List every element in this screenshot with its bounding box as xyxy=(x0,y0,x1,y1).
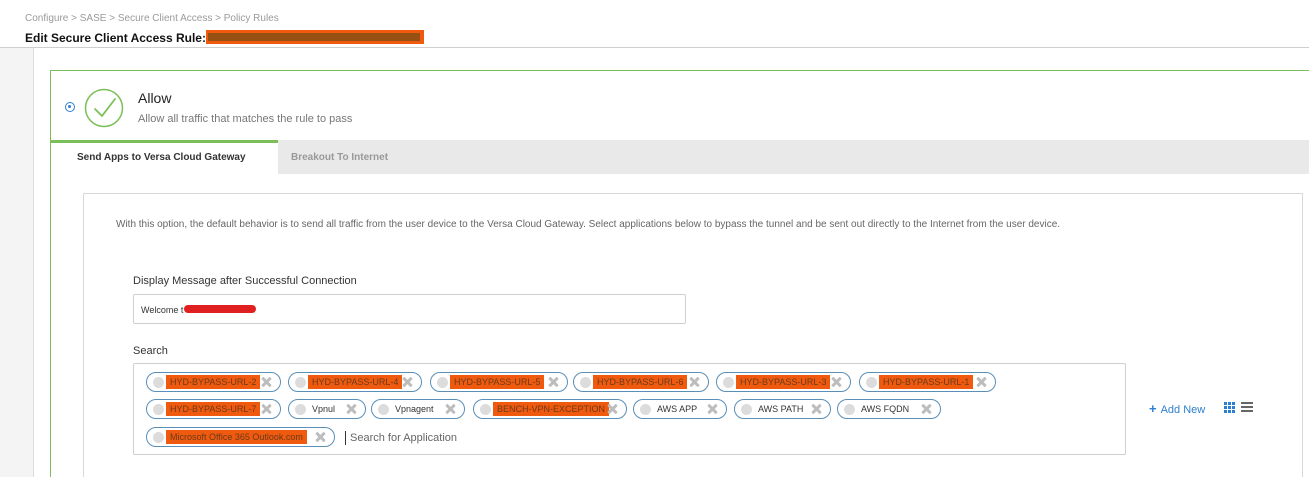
chip-status-icon xyxy=(295,377,306,388)
chip-label: Vpnagent xyxy=(395,404,434,414)
remove-icon[interactable] xyxy=(810,403,822,415)
app-chip: Microsoft Office 365 Outlook.com xyxy=(146,427,335,447)
remove-icon[interactable] xyxy=(830,376,842,388)
action-description: Allow all traffic that matches the rule … xyxy=(138,113,353,125)
remove-icon[interactable] xyxy=(706,403,718,415)
tab-send-apps[interactable]: Send Apps to Versa Cloud Gateway xyxy=(51,140,278,174)
remove-icon[interactable] xyxy=(314,431,326,443)
app-chip: HYD-BYPASS-URL-5 xyxy=(430,372,568,392)
app-chip: Vpnul xyxy=(288,399,366,419)
remove-icon[interactable] xyxy=(401,376,413,388)
chip-status-icon xyxy=(480,404,491,415)
chip-label: Vpnul xyxy=(312,404,336,414)
page: Configure > SASE > Secure Client Access … xyxy=(0,0,1309,477)
tab-breakout[interactable]: Breakout To Internet xyxy=(278,140,578,174)
app-chip: Vpnagent xyxy=(371,399,465,419)
message-field[interactable]: Welcome t xyxy=(133,294,686,324)
remove-icon[interactable] xyxy=(260,376,272,388)
remove-icon[interactable] xyxy=(547,376,559,388)
action-title: Allow xyxy=(138,90,172,106)
chip-label: AWS APP xyxy=(657,404,698,414)
info-text: With this option, the default behavior i… xyxy=(116,219,1061,230)
message-value-text: Welcome t xyxy=(141,305,184,315)
check-circle-icon xyxy=(84,88,124,128)
redacted-rule-name xyxy=(205,30,424,44)
allow-radio[interactable] xyxy=(65,102,75,112)
search-input[interactable] xyxy=(345,431,545,445)
application-search-box[interactable]: HYD-BYPASS-URL-2 HYD-BYPASS-URL-4 HYD-BY… xyxy=(133,363,1126,455)
chip-status-icon xyxy=(741,404,752,415)
app-chip: HYD-BYPASS-URL-6 xyxy=(573,372,709,392)
chip-label: HYD-BYPASS-URL-3 xyxy=(736,375,831,389)
app-chip: HYD-BYPASS-URL-3 xyxy=(716,372,851,392)
remove-icon[interactable] xyxy=(345,403,357,415)
tab-bar: Send Apps to Versa Cloud Gateway Breakou… xyxy=(51,140,1309,174)
app-chip: AWS APP xyxy=(633,399,727,419)
search-label: Search xyxy=(133,345,168,357)
remove-icon[interactable] xyxy=(920,403,932,415)
chip-status-icon xyxy=(295,404,306,415)
add-new-label: Add New xyxy=(1160,404,1206,416)
page-title-text: Edit Secure Client Access Rule: xyxy=(25,31,206,45)
app-chip: BENCH-VPN-EXCEPTION xyxy=(473,399,627,419)
app-chip: HYD-BYPASS-URL-1 xyxy=(859,372,996,392)
chip-status-icon xyxy=(723,377,734,388)
chip-label: AWS FQDN xyxy=(861,404,910,414)
app-chip: HYD-BYPASS-URL-7 xyxy=(146,399,281,419)
chip-status-icon xyxy=(153,377,164,388)
chip-status-icon xyxy=(153,432,164,443)
message-value: Welcome t xyxy=(141,305,257,315)
remove-icon[interactable] xyxy=(688,376,700,388)
app-chip: AWS PATH xyxy=(734,399,831,419)
chip-label: BENCH-VPN-EXCEPTION xyxy=(493,402,610,416)
chip-status-icon xyxy=(866,377,877,388)
remove-icon[interactable] xyxy=(975,376,987,388)
chip-label: HYD-BYPASS-URL-6 xyxy=(593,375,688,389)
chip-status-icon xyxy=(580,377,591,388)
chip-status-icon xyxy=(640,404,651,415)
list-view-icon[interactable] xyxy=(1241,402,1253,413)
chip-status-icon xyxy=(844,404,855,415)
chip-label: HYD-BYPASS-URL-1 xyxy=(879,375,974,389)
plus-icon: + xyxy=(1149,401,1157,416)
chip-status-icon xyxy=(153,404,164,415)
tab-content: With this option, the default behavior i… xyxy=(83,193,1303,477)
chip-label: HYD-BYPASS-URL-2 xyxy=(166,375,261,389)
app-chip: HYD-BYPASS-URL-4 xyxy=(288,372,422,392)
grid-view-icon[interactable] xyxy=(1224,402,1235,413)
add-new-button[interactable]: + Add New xyxy=(1149,401,1205,416)
chip-status-icon xyxy=(437,377,448,388)
rule-action-panel: Allow Allow all traffic that matches the… xyxy=(50,70,1309,477)
remove-icon[interactable] xyxy=(260,403,272,415)
page-title: Edit Secure Client Access Rule: xyxy=(25,30,424,45)
breadcrumb[interactable]: Configure > SASE > Secure Client Access … xyxy=(25,13,279,24)
chip-label: HYD-BYPASS-URL-5 xyxy=(450,375,545,389)
message-label: Display Message after Successful Connect… xyxy=(133,275,357,287)
redacted-message xyxy=(184,305,257,313)
chip-label: HYD-BYPASS-URL-4 xyxy=(308,375,403,389)
page-header: Configure > SASE > Secure Client Access … xyxy=(0,0,1309,48)
remove-icon[interactable] xyxy=(444,403,456,415)
chip-label: Microsoft Office 365 Outlook.com xyxy=(166,430,307,444)
app-chip: AWS FQDN xyxy=(837,399,941,419)
left-rail xyxy=(0,48,34,477)
chip-label: AWS PATH xyxy=(758,404,804,414)
remove-icon[interactable] xyxy=(606,403,618,415)
chip-label: HYD-BYPASS-URL-7 xyxy=(166,402,261,416)
chip-status-icon xyxy=(378,404,389,415)
app-chip: HYD-BYPASS-URL-2 xyxy=(146,372,281,392)
